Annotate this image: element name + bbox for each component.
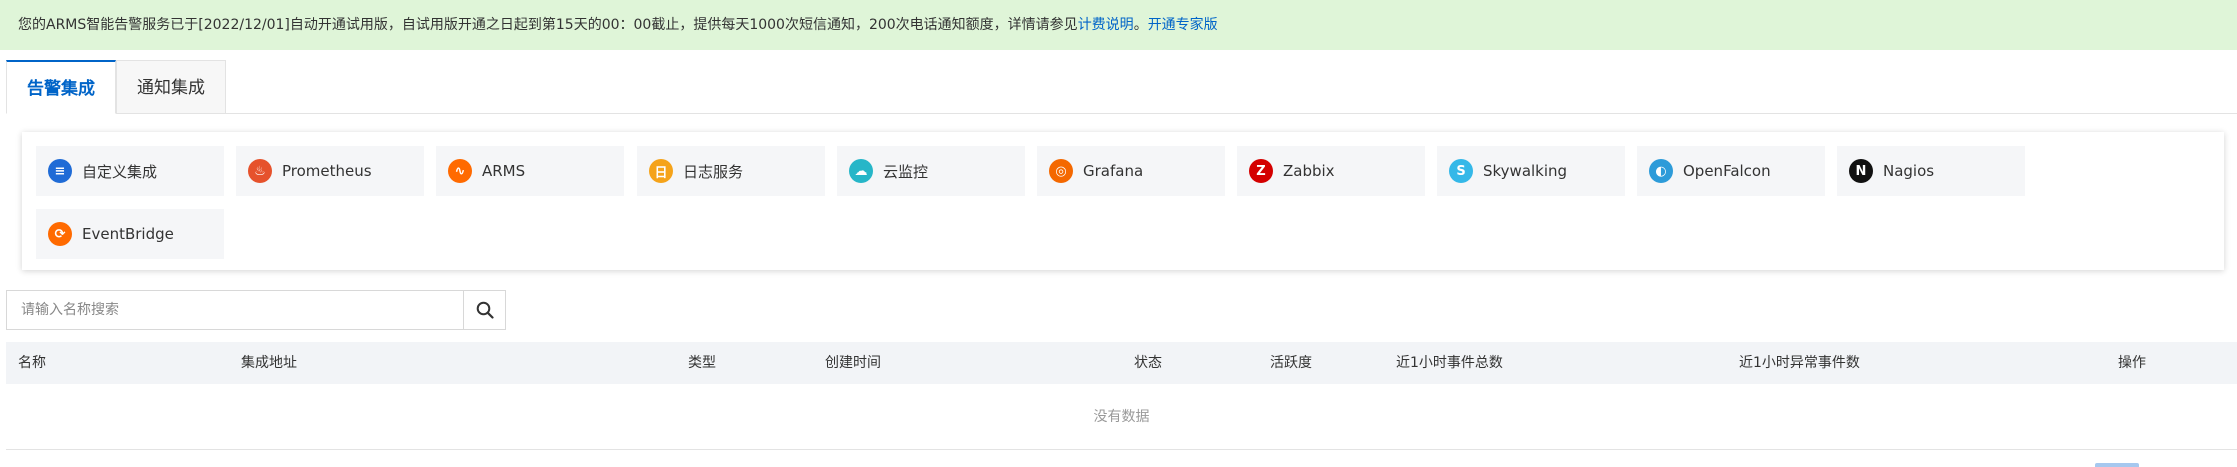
- integration-card-label: Grafana: [1083, 162, 1144, 180]
- integration-card-log-service[interactable]: 日日志服务: [637, 146, 825, 196]
- integration-card-label: ARMS: [482, 162, 526, 180]
- column-header-actions: 操作: [2118, 355, 2146, 371]
- custom-integration-icon: ≡: [48, 159, 72, 183]
- integration-card-label: Nagios: [1883, 162, 1935, 180]
- trial-notice-text: 您的ARMS智能告警服务已于[2022/12/01]自动开通试用版，自试用版开通…: [18, 17, 1078, 33]
- column-header-status: 状态: [1134, 355, 1162, 371]
- integration-tabs: 告警集成 通知集成: [6, 60, 226, 114]
- arms-icon: ∿: [448, 159, 472, 183]
- prometheus-icon: ♨: [248, 159, 272, 183]
- column-header-created-time: 创建时间: [825, 355, 881, 371]
- tab-alert-integration[interactable]: 告警集成: [6, 60, 116, 114]
- integration-card-eventbridge[interactable]: ⟳ EventBridge: [36, 209, 224, 259]
- column-header-events-abnormal: 近1小时异常事件数: [1739, 355, 1860, 371]
- integration-card-arms[interactable]: ∿ ARMS: [436, 146, 624, 196]
- table-header: 名称 集成地址 类型 创建时间 状态 活跃度 近1小时事件总数 近1小时异常事件…: [6, 342, 2237, 384]
- search-input[interactable]: [7, 291, 465, 329]
- integration-card-label: Prometheus: [282, 162, 372, 180]
- search-box: [6, 290, 506, 330]
- search-button[interactable]: [463, 291, 505, 329]
- upgrade-expert-link[interactable]: 开通专家版: [1148, 17, 1218, 33]
- pricing-link[interactable]: 计费说明: [1078, 17, 1134, 33]
- integration-card-label: EventBridge: [82, 225, 174, 243]
- log-service-icon: 日: [649, 159, 673, 183]
- integration-card-openfalcon[interactable]: ◐ OpenFalcon: [1637, 146, 1825, 196]
- trial-notice-banner: 您的ARMS智能告警服务已于[2022/12/01]自动开通试用版，自试用版开通…: [0, 0, 2237, 50]
- integration-card-nagios[interactable]: N Nagios: [1837, 146, 2025, 196]
- integration-card-prometheus[interactable]: ♨ Prometheus: [236, 146, 424, 196]
- eventbridge-icon: ⟳: [48, 222, 72, 246]
- column-header-name: 名称: [18, 355, 46, 371]
- column-header-type: 类型: [688, 355, 716, 371]
- integration-card-label: OpenFalcon: [1683, 162, 1771, 180]
- integration-card-label: Zabbix: [1283, 162, 1335, 180]
- column-header-events-total: 近1小时事件总数: [1396, 355, 1503, 371]
- integration-card-skywalking[interactable]: S Skywalking: [1437, 146, 1625, 196]
- table-empty-state: 没有数据: [6, 384, 2237, 450]
- zabbix-icon: Z: [1249, 159, 1273, 183]
- integration-card-cloud-monitor[interactable]: ☁ 云监控: [837, 146, 1025, 196]
- openfalcon-icon: ◐: [1649, 159, 1673, 183]
- column-header-activity: 活跃度: [1270, 355, 1312, 371]
- tab-notification-integration[interactable]: 通知集成: [116, 60, 226, 114]
- floating-button-edge[interactable]: [2095, 463, 2139, 467]
- column-header-address: 集成地址: [241, 355, 297, 371]
- grafana-icon: ◎: [1049, 159, 1073, 183]
- integration-card-zabbix[interactable]: Z Zabbix: [1237, 146, 1425, 196]
- nagios-icon: N: [1849, 159, 1873, 183]
- integration-card-label: 自定义集成: [82, 162, 158, 181]
- skywalking-icon: S: [1449, 159, 1473, 183]
- integration-panel: ≡ 自定义集成 ♨ Prometheus ∿ ARMS 日日志服务 ☁ 云监控 ◎ Grafana Z…: [22, 132, 2224, 270]
- trial-notice-separator: 。: [1133, 17, 1148, 33]
- integration-card-custom-integration[interactable]: ≡ 自定义集成: [36, 146, 224, 196]
- integration-card-grafana[interactable]: ◎ Grafana: [1037, 146, 1225, 196]
- integration-card-label: Skywalking: [1483, 162, 1568, 180]
- tabs-divider: [6, 113, 2237, 114]
- search-icon: [476, 301, 494, 319]
- integration-card-label: 云监控: [883, 162, 929, 181]
- cloud-monitor-icon: ☁: [849, 159, 873, 183]
- integration-card-label: 日志服务: [683, 162, 744, 181]
